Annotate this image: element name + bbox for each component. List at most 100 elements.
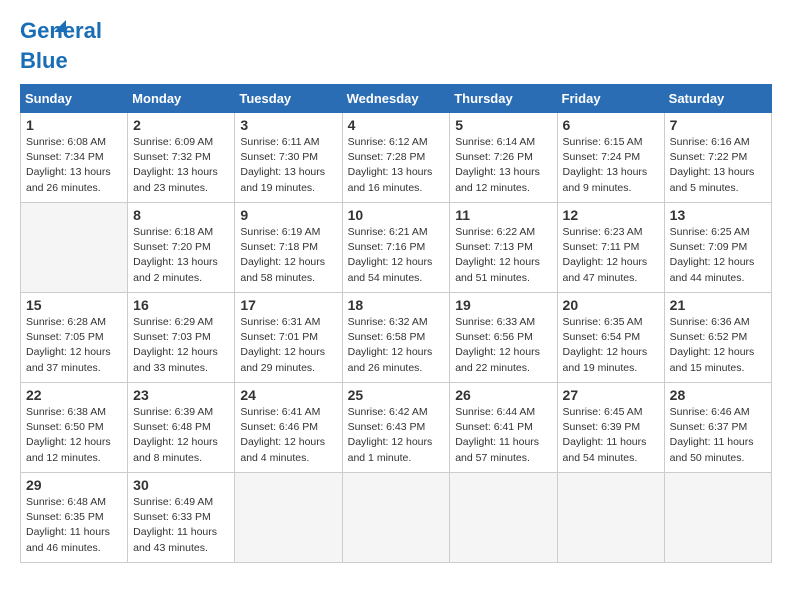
day-number: 9 bbox=[240, 207, 336, 223]
day-info: Sunrise: 6:41 AM Sunset: 6:46 PM Dayligh… bbox=[240, 405, 336, 466]
day-info: Sunrise: 6:16 AM Sunset: 7:22 PM Dayligh… bbox=[670, 135, 766, 196]
weekday-header: Monday bbox=[128, 85, 235, 113]
day-number: 12 bbox=[563, 207, 659, 223]
calendar-cell: 9 Sunrise: 6:19 AM Sunset: 7:18 PM Dayli… bbox=[235, 203, 342, 293]
calendar-cell: 16 Sunrise: 6:29 AM Sunset: 7:03 PM Dayl… bbox=[128, 293, 235, 383]
day-info: Sunrise: 6:19 AM Sunset: 7:18 PM Dayligh… bbox=[240, 225, 336, 286]
day-number: 22 bbox=[26, 387, 122, 403]
weekday-header: Saturday bbox=[664, 85, 771, 113]
day-number: 27 bbox=[563, 387, 659, 403]
day-info: Sunrise: 6:39 AM Sunset: 6:48 PM Dayligh… bbox=[133, 405, 229, 466]
day-number: 19 bbox=[455, 297, 551, 313]
logo: General Blue bbox=[20, 20, 72, 74]
calendar-cell: 28 Sunrise: 6:46 AM Sunset: 6:37 PM Dayl… bbox=[664, 383, 771, 473]
day-info: Sunrise: 6:18 AM Sunset: 7:20 PM Dayligh… bbox=[133, 225, 229, 286]
calendar-cell bbox=[21, 203, 128, 293]
day-info: Sunrise: 6:48 AM Sunset: 6:35 PM Dayligh… bbox=[26, 495, 122, 556]
calendar-week-row: 22 Sunrise: 6:38 AM Sunset: 6:50 PM Dayl… bbox=[21, 383, 772, 473]
day-info: Sunrise: 6:35 AM Sunset: 6:54 PM Dayligh… bbox=[563, 315, 659, 376]
day-info: Sunrise: 6:21 AM Sunset: 7:16 PM Dayligh… bbox=[348, 225, 445, 286]
day-number: 8 bbox=[133, 207, 229, 223]
calendar-cell: 29 Sunrise: 6:48 AM Sunset: 6:35 PM Dayl… bbox=[21, 473, 128, 563]
calendar-cell: 27 Sunrise: 6:45 AM Sunset: 6:39 PM Dayl… bbox=[557, 383, 664, 473]
day-number: 24 bbox=[240, 387, 336, 403]
calendar-cell: 10 Sunrise: 6:21 AM Sunset: 7:16 PM Dayl… bbox=[342, 203, 450, 293]
day-info: Sunrise: 6:45 AM Sunset: 6:39 PM Dayligh… bbox=[563, 405, 659, 466]
calendar-week-row: 8 Sunrise: 6:18 AM Sunset: 7:20 PM Dayli… bbox=[21, 203, 772, 293]
day-number: 1 bbox=[26, 117, 122, 133]
weekday-header: Sunday bbox=[21, 85, 128, 113]
calendar-cell: 25 Sunrise: 6:42 AM Sunset: 6:43 PM Dayl… bbox=[342, 383, 450, 473]
calendar-cell: 8 Sunrise: 6:18 AM Sunset: 7:20 PM Dayli… bbox=[128, 203, 235, 293]
day-number: 28 bbox=[670, 387, 766, 403]
day-number: 30 bbox=[133, 477, 229, 493]
day-number: 2 bbox=[133, 117, 229, 133]
day-info: Sunrise: 6:36 AM Sunset: 6:52 PM Dayligh… bbox=[670, 315, 766, 376]
calendar-cell: 21 Sunrise: 6:36 AM Sunset: 6:52 PM Dayl… bbox=[664, 293, 771, 383]
calendar-cell: 22 Sunrise: 6:38 AM Sunset: 6:50 PM Dayl… bbox=[21, 383, 128, 473]
calendar-cell bbox=[342, 473, 450, 563]
calendar-cell: 17 Sunrise: 6:31 AM Sunset: 7:01 PM Dayl… bbox=[235, 293, 342, 383]
day-number: 18 bbox=[348, 297, 445, 313]
day-number: 17 bbox=[240, 297, 336, 313]
day-info: Sunrise: 6:33 AM Sunset: 6:56 PM Dayligh… bbox=[455, 315, 551, 376]
day-info: Sunrise: 6:11 AM Sunset: 7:30 PM Dayligh… bbox=[240, 135, 336, 196]
day-info: Sunrise: 6:22 AM Sunset: 7:13 PM Dayligh… bbox=[455, 225, 551, 286]
calendar-cell bbox=[664, 473, 771, 563]
day-number: 15 bbox=[26, 297, 122, 313]
day-info: Sunrise: 6:31 AM Sunset: 7:01 PM Dayligh… bbox=[240, 315, 336, 376]
day-info: Sunrise: 6:29 AM Sunset: 7:03 PM Dayligh… bbox=[133, 315, 229, 376]
day-info: Sunrise: 6:25 AM Sunset: 7:09 PM Dayligh… bbox=[670, 225, 766, 286]
day-number: 29 bbox=[26, 477, 122, 493]
calendar-cell: 19 Sunrise: 6:33 AM Sunset: 6:56 PM Dayl… bbox=[450, 293, 557, 383]
weekday-header: Wednesday bbox=[342, 85, 450, 113]
weekday-header: Tuesday bbox=[235, 85, 342, 113]
calendar-cell: 20 Sunrise: 6:35 AM Sunset: 6:54 PM Dayl… bbox=[557, 293, 664, 383]
calendar-cell: 4 Sunrise: 6:12 AM Sunset: 7:28 PM Dayli… bbox=[342, 113, 450, 203]
day-info: Sunrise: 6:15 AM Sunset: 7:24 PM Dayligh… bbox=[563, 135, 659, 196]
calendar-cell bbox=[557, 473, 664, 563]
calendar-cell bbox=[235, 473, 342, 563]
day-number: 26 bbox=[455, 387, 551, 403]
day-number: 16 bbox=[133, 297, 229, 313]
day-number: 20 bbox=[563, 297, 659, 313]
calendar-cell bbox=[450, 473, 557, 563]
day-info: Sunrise: 6:49 AM Sunset: 6:33 PM Dayligh… bbox=[133, 495, 229, 556]
day-info: Sunrise: 6:32 AM Sunset: 6:58 PM Dayligh… bbox=[348, 315, 445, 376]
weekday-header: Thursday bbox=[450, 85, 557, 113]
day-number: 5 bbox=[455, 117, 551, 133]
day-number: 23 bbox=[133, 387, 229, 403]
day-number: 10 bbox=[348, 207, 445, 223]
calendar-cell: 5 Sunrise: 6:14 AM Sunset: 7:26 PM Dayli… bbox=[450, 113, 557, 203]
day-info: Sunrise: 6:42 AM Sunset: 6:43 PM Dayligh… bbox=[348, 405, 445, 466]
weekday-header: Friday bbox=[557, 85, 664, 113]
day-number: 11 bbox=[455, 207, 551, 223]
calendar-cell: 1 Sunrise: 6:08 AM Sunset: 7:34 PM Dayli… bbox=[21, 113, 128, 203]
day-number: 25 bbox=[348, 387, 445, 403]
day-info: Sunrise: 6:09 AM Sunset: 7:32 PM Dayligh… bbox=[133, 135, 229, 196]
calendar-week-row: 1 Sunrise: 6:08 AM Sunset: 7:34 PM Dayli… bbox=[21, 113, 772, 203]
day-info: Sunrise: 6:23 AM Sunset: 7:11 PM Dayligh… bbox=[563, 225, 659, 286]
calendar-cell: 3 Sunrise: 6:11 AM Sunset: 7:30 PM Dayli… bbox=[235, 113, 342, 203]
calendar-week-row: 15 Sunrise: 6:28 AM Sunset: 7:05 PM Dayl… bbox=[21, 293, 772, 383]
calendar-cell: 13 Sunrise: 6:25 AM Sunset: 7:09 PM Dayl… bbox=[664, 203, 771, 293]
day-number: 3 bbox=[240, 117, 336, 133]
day-info: Sunrise: 6:28 AM Sunset: 7:05 PM Dayligh… bbox=[26, 315, 122, 376]
calendar-cell: 26 Sunrise: 6:44 AM Sunset: 6:41 PM Dayl… bbox=[450, 383, 557, 473]
calendar-cell: 2 Sunrise: 6:09 AM Sunset: 7:32 PM Dayli… bbox=[128, 113, 235, 203]
day-info: Sunrise: 6:14 AM Sunset: 7:26 PM Dayligh… bbox=[455, 135, 551, 196]
day-info: Sunrise: 6:08 AM Sunset: 7:34 PM Dayligh… bbox=[26, 135, 122, 196]
day-number: 6 bbox=[563, 117, 659, 133]
day-number: 21 bbox=[670, 297, 766, 313]
day-number: 4 bbox=[348, 117, 445, 133]
day-number: 7 bbox=[670, 117, 766, 133]
calendar-cell: 7 Sunrise: 6:16 AM Sunset: 7:22 PM Dayli… bbox=[664, 113, 771, 203]
calendar-cell: 23 Sunrise: 6:39 AM Sunset: 6:48 PM Dayl… bbox=[128, 383, 235, 473]
calendar-cell: 12 Sunrise: 6:23 AM Sunset: 7:11 PM Dayl… bbox=[557, 203, 664, 293]
calendar-cell: 18 Sunrise: 6:32 AM Sunset: 6:58 PM Dayl… bbox=[342, 293, 450, 383]
day-info: Sunrise: 6:12 AM Sunset: 7:28 PM Dayligh… bbox=[348, 135, 445, 196]
calendar-cell: 6 Sunrise: 6:15 AM Sunset: 7:24 PM Dayli… bbox=[557, 113, 664, 203]
calendar-cell: 30 Sunrise: 6:49 AM Sunset: 6:33 PM Dayl… bbox=[128, 473, 235, 563]
calendar-cell: 11 Sunrise: 6:22 AM Sunset: 7:13 PM Dayl… bbox=[450, 203, 557, 293]
day-info: Sunrise: 6:44 AM Sunset: 6:41 PM Dayligh… bbox=[455, 405, 551, 466]
